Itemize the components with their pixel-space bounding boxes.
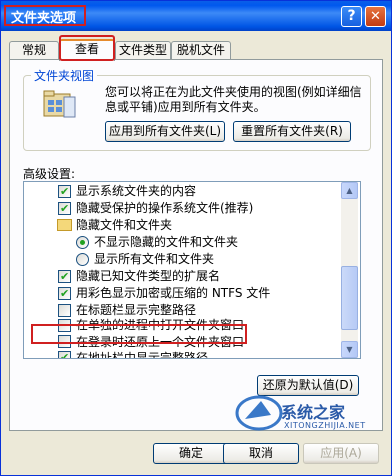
list-item-label: 不显示隐藏的文件和文件夹 — [94, 235, 239, 249]
tab-highlight-box — [59, 35, 115, 61]
radio-button[interactable] — [76, 236, 89, 249]
folder-views-icon — [43, 90, 76, 118]
apply-button[interactable]: 应用(A) — [303, 443, 379, 464]
list-item-label: 用彩色显示加密或压缩的 NTFS 文件 — [76, 286, 271, 300]
title-highlight-box — [4, 5, 86, 26]
list-item-label: 隐藏已知文件类型的扩展名 — [76, 269, 221, 283]
row-highlight-box — [31, 324, 247, 344]
reset-all-folders-button[interactable]: 重置所有文件夹(R) — [233, 121, 351, 142]
chevron-up-icon: ▲ — [346, 186, 353, 195]
checkbox[interactable] — [58, 268, 71, 285]
tab-general[interactable]: 常规 — [9, 41, 59, 59]
checkbox[interactable] — [58, 304, 71, 317]
help-icon: ? — [347, 8, 356, 24]
ok-button[interactable]: 确定 — [153, 443, 229, 464]
list-item-label: 隐藏受保护的操作系统文件(推荐) — [76, 201, 254, 215]
folder-icon — [57, 219, 72, 231]
advanced-settings-label: 高级设置: — [23, 167, 76, 181]
tab-file-types[interactable]: 文件类型 — [115, 41, 171, 59]
checkbox[interactable] — [58, 285, 71, 302]
close-icon: ✕ — [370, 9, 381, 24]
scroll-down-button[interactable]: ▼ — [341, 341, 358, 358]
checkbox[interactable] — [58, 183, 71, 200]
radio-button[interactable] — [76, 253, 89, 266]
checkbox[interactable] — [58, 349, 71, 358]
folder-views-description: 您可以将正在为此文件夹使用的视图(例如详细信息或平铺)应用到所有文件夹。 — [105, 85, 362, 114]
list-item-label: 在地址栏中显示完整路径 — [76, 351, 209, 359]
checkbox[interactable] — [58, 200, 71, 217]
watermark-text: 系统之家 — [281, 403, 346, 422]
help-button[interactable]: ? — [341, 6, 362, 27]
scroll-thumb[interactable] — [341, 266, 358, 330]
list-scrollbar[interactable]: ▲ ▼ — [341, 182, 358, 358]
title-bar[interactable]: 文件夹选项 ? ✕ — [1, 1, 391, 31]
scroll-up-button[interactable]: ▲ — [341, 182, 358, 199]
list-item-label: 显示所有文件和文件夹 — [94, 252, 215, 266]
folder-views-label: 文件夹视图 — [31, 67, 98, 84]
close-button[interactable]: ✕ — [365, 6, 386, 27]
chevron-down-icon: ▼ — [346, 345, 353, 354]
apply-to-all-folders-button[interactable]: 应用到所有文件夹(L) — [105, 121, 225, 142]
list-item-label: 显示系统文件夹的内容 — [76, 184, 197, 198]
cancel-button[interactable]: 取消 — [223, 443, 299, 464]
list-item-label: 隐藏文件和文件夹 — [76, 218, 173, 232]
tab-offline-files[interactable]: 脱机文件 — [171, 41, 231, 59]
folder-options-dialog: 文件夹选项 ? ✕ 常规 查看 文件类型 脱机文件 文件夹视图 您可以将正在为此… — [0, 0, 392, 476]
watermark-subtext: XITONGZHIJIA.NET — [284, 421, 366, 430]
